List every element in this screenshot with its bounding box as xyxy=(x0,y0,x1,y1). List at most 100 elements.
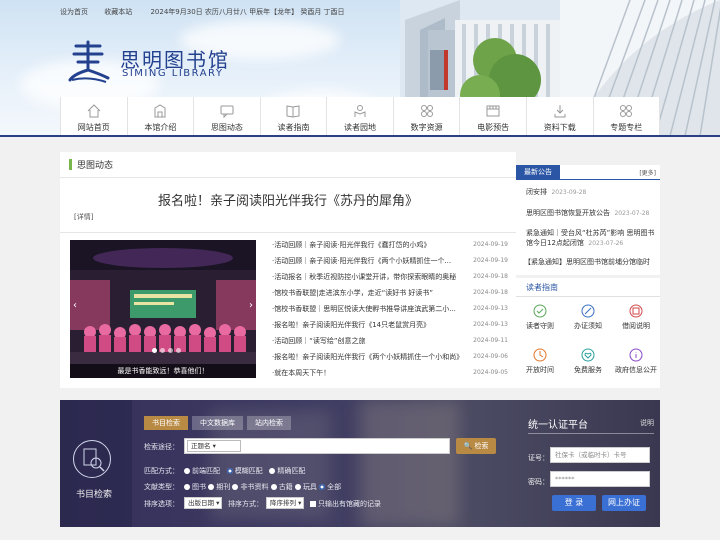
nav-label: 电影预告 xyxy=(477,123,510,132)
radio-icon xyxy=(270,484,277,490)
list-item[interactable]: ·活动回顾｜亲子阅读·阳光伴我行《蠢打岱的小鸡》 2024-09-19 xyxy=(272,240,508,256)
search-path-select[interactable]: 正题名 ▾ xyxy=(187,440,241,452)
news-title: ·报名啦！亲子阅读阳光伴我行《两个小妖精抓住一个小和尚》 xyxy=(272,353,464,361)
match-option: 前端匹配 xyxy=(192,467,220,475)
match-options: 前端匹配 模糊匹配 精确匹配 xyxy=(184,466,305,476)
order-select[interactable]: 降序排列 ▾ xyxy=(266,497,304,509)
search-magnifier-icon xyxy=(73,440,111,478)
divider xyxy=(516,296,660,297)
guide-item-card[interactable]: 办证须知 xyxy=(564,298,612,342)
notice-item[interactable]: 紧急通知｜受台风“杜苏芮”影响 思明图书馆今日12点起闭馆 2023-07-26 xyxy=(526,228,656,249)
list-item[interactable]: ·活动回顾｜“读写绘”创意之旅 2024-09-11 xyxy=(272,336,508,352)
doc-radio-ancient[interactable]: 古籍 xyxy=(270,483,293,491)
doc-radio-nonbook[interactable]: 非书资料 xyxy=(232,483,268,491)
news-date: 2024-09-05 xyxy=(473,369,508,376)
notice-item[interactable]: 思明区图书馆恢复开放公告 2023-07-28 xyxy=(526,208,656,219)
guide-item-hours[interactable]: 开放时间 xyxy=(516,342,564,386)
holdings-checkbox[interactable]: 只输出有馆藏的记录 xyxy=(310,499,381,509)
doc-radio-journal[interactable]: 期刊 xyxy=(208,483,230,491)
home-icon xyxy=(87,104,101,118)
guide-item-rules[interactable]: 读者守则 xyxy=(516,298,564,342)
doc-option: 期刊 xyxy=(216,483,231,491)
nav-label: 读者指南 xyxy=(277,123,310,132)
nav-item-reader[interactable]: 读者园地 xyxy=(327,97,394,136)
site-logo[interactable]: 思明图书馆 SIMING LIBRARY xyxy=(66,38,256,88)
nav-item-about[interactable]: 本馆介绍 xyxy=(127,97,195,136)
photo-slideshow[interactable]: ‹ › 最是书香能致远！恭喜他们！ xyxy=(70,240,256,378)
catalog-search-panel: 书目检索 xyxy=(60,400,132,527)
tab-site-search[interactable]: 站内检索 xyxy=(247,416,291,430)
news-date: 2024-09-06 xyxy=(473,353,508,360)
sort-select[interactable]: 出版日期 ▾ xyxy=(184,497,222,509)
doc-option: 图书 xyxy=(192,483,206,491)
match-radio-fuzzy[interactable]: 模糊匹配 xyxy=(226,467,263,475)
password-value: ****** xyxy=(555,475,575,483)
doc-option: 全部 xyxy=(327,483,342,491)
list-item[interactable]: ·活动回顾｜亲子阅读·阳光伴我行《两个小妖精抓住一个... 2024-09-19 xyxy=(272,256,508,272)
chat-icon xyxy=(220,105,234,119)
list-item[interactable]: ·活动报名｜秋季近视防控小课堂开讲，带你探索眼睛的奥秘 2024-09-18 xyxy=(272,272,508,288)
nav-item-guide[interactable]: 读者指南 xyxy=(260,97,328,136)
slide-dot[interactable] xyxy=(160,348,165,353)
tab-catalog[interactable]: 书目检索 xyxy=(144,416,188,430)
search-button[interactable]: 🔍 检索 xyxy=(456,438,496,454)
list-item[interactable]: ·报名啦！亲子阅读阳光伴我行《两个小妖精抓住一个小和尚》 2024-09-06 xyxy=(272,352,508,368)
prev-arrow-icon[interactable]: ‹ xyxy=(73,300,77,311)
match-radio-prefix[interactable]: 前端匹配 xyxy=(184,467,220,475)
list-item[interactable]: ·馆校书香联盟｜思明区悦读大使孵书推导讲座滨武第二小... 2024-09-13 xyxy=(272,304,508,320)
search-path-value: 正题名 xyxy=(191,442,211,450)
nav-item-special[interactable]: 专题专栏 xyxy=(593,97,661,136)
list-item[interactable]: ·报名啦！亲子阅读阳光伴我行《14只老鼠赏月亮》 2024-09-13 xyxy=(272,320,508,336)
card-placeholder: 社保卡（或临时卡）卡号 xyxy=(555,451,627,459)
list-item[interactable]: ·馆校书香联盟|走进滨东小学，走近“读好书 好读书” 2024-09-18 xyxy=(272,288,508,304)
guide-label: 政府信息公开 xyxy=(615,366,657,374)
guide-item-info[interactable]: 政府信息公开 xyxy=(612,342,660,386)
detail-link[interactable]: [详情] xyxy=(74,212,93,222)
guide-item-free[interactable]: 免费服务 xyxy=(564,342,612,386)
search-input[interactable]: 正题名 ▾ xyxy=(184,438,450,454)
guide-label: 办证须知 xyxy=(574,322,602,330)
more-link[interactable]: [更多] xyxy=(639,168,656,177)
news-title: ·活动报名｜秋季近视防控小课堂开讲，带你探索眼睛的奥秘 xyxy=(272,273,457,281)
library-icon xyxy=(154,104,166,118)
slide-dot[interactable] xyxy=(152,348,157,353)
next-arrow-icon[interactable]: › xyxy=(249,300,253,311)
login-button[interactable]: 登 录 xyxy=(552,495,596,511)
radio-icon xyxy=(294,484,301,490)
auth-help-link[interactable]: 说明 xyxy=(640,418,654,428)
match-radio-exact[interactable]: 精确匹配 xyxy=(269,467,305,475)
card-label: 证号： xyxy=(528,454,549,462)
nav-item-download[interactable]: 资料下载 xyxy=(526,97,594,136)
notice-date: 2023-09-28 xyxy=(551,189,587,196)
apps-icon xyxy=(620,105,633,117)
notice-item[interactable]: 闭安排 2023-09-28 xyxy=(526,187,656,198)
tab-latest-notice[interactable]: 最新公告 xyxy=(516,165,560,179)
set-home-link[interactable]: 设为首页 xyxy=(60,8,88,16)
doc-radio-all[interactable]: 全部 xyxy=(319,483,341,491)
favorite-link[interactable]: 收藏本站 xyxy=(104,8,132,16)
notice-item[interactable]: 【紧急通知】思明区图书馆前埔分馆临时 xyxy=(524,257,658,267)
password-input[interactable]: ****** xyxy=(550,471,650,487)
guide-title: 读者指南 xyxy=(526,283,558,292)
tab-chinese-db[interactable]: 中文数据库 xyxy=(192,416,243,430)
catalog-search-label: 书目检索 xyxy=(76,490,113,500)
nav-item-news[interactable]: 思图动态 xyxy=(194,97,261,136)
headline-link[interactable]: 报名啦！亲子阅读阳光伴我行《苏丹的犀角》 xyxy=(60,190,516,209)
nav-item-digital[interactable]: 数字资源 xyxy=(393,97,461,136)
news-date: 2024-09-11 xyxy=(473,337,508,344)
radio-icon xyxy=(232,484,239,490)
news-header: 思图动态 xyxy=(60,152,516,178)
doc-radio-book[interactable]: 图书 xyxy=(184,483,206,491)
guide-item-borrow[interactable]: 借阅说明 xyxy=(612,298,660,342)
apply-card-button[interactable]: 网上办证 xyxy=(602,495,646,511)
nav-item-film[interactable]: 电影预告 xyxy=(460,97,527,136)
divider xyxy=(516,179,660,180)
list-item[interactable]: ·就在本周天下午！ 2024-09-05 xyxy=(272,368,508,384)
card-number-input[interactable]: 社保卡（或临时卡）卡号 xyxy=(550,447,650,463)
rules-icon xyxy=(533,304,547,318)
nav-item-home[interactable]: 网站首页 xyxy=(60,97,128,136)
doc-radio-toy[interactable]: 玩具 xyxy=(294,483,317,491)
news-title: ·活动回顾｜亲子阅读·阳光伴我行《两个小妖精抓住一个... xyxy=(272,257,452,265)
slide-dot[interactable] xyxy=(168,348,173,353)
slide-dot[interactable] xyxy=(176,348,181,353)
